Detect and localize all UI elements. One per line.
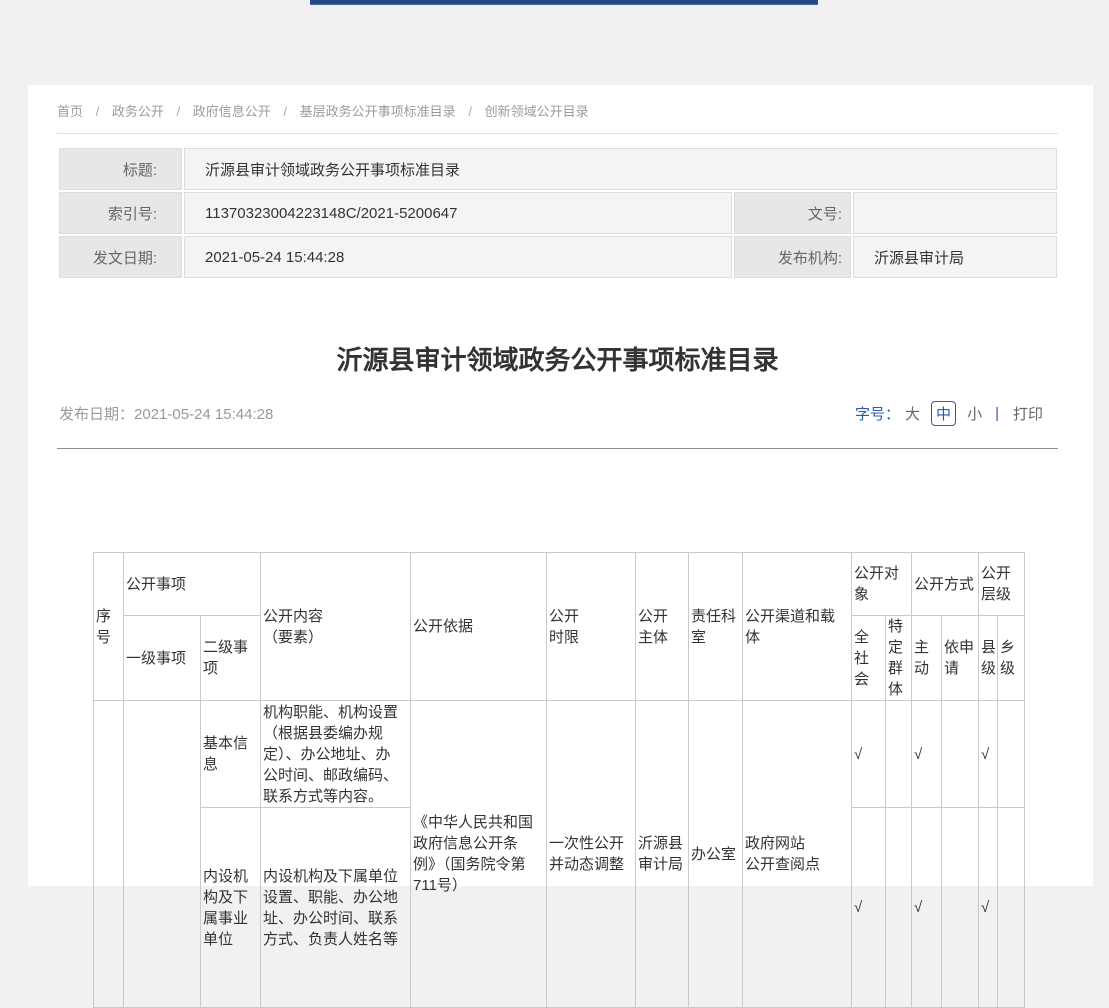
cell-whole-society-check: √	[852, 808, 886, 1008]
header-disclosure-content: 公开内容 （要素）	[261, 553, 411, 701]
font-size-medium-button[interactable]: 中	[931, 401, 956, 426]
cell-township-level-check	[998, 808, 1025, 1008]
content-card: 首页 / 政务公开 / 政府信息公开 / 基层政务公开事项标准目录 / 创新领域…	[28, 85, 1093, 886]
meta-value-title: 沂源县审计领域政务公开事项标准目录	[184, 148, 1057, 190]
header-responsible-dept: 责任科 室	[689, 553, 743, 701]
cell-disclosure-content: 机构职能、机构设置 （根据县委编办规 定）、办公地址、办 公时间、邮政编码、 联…	[261, 701, 411, 808]
publish-date: 发布日期：2021-05-24 15:44:28	[57, 403, 273, 424]
breadcrumb-item-chuangxin[interactable]: 创新领域公开目录	[485, 101, 589, 120]
article-title: 沂源县审计领域政务公开事项标准目录	[57, 340, 1058, 380]
cell-upon-request-check	[942, 701, 979, 808]
cell-responsible-dept: 办公室	[689, 701, 743, 1008]
font-size-small-button[interactable]: 小	[967, 403, 982, 424]
cell-level2-item: 基本信 息	[201, 701, 261, 808]
cell-township-level-check	[998, 701, 1025, 808]
breadcrumb-item-zhengwu[interactable]: 政务公开	[112, 101, 164, 120]
breadcrumb-item-jiceng[interactable]: 基层政务公开事项标准目录	[300, 101, 456, 120]
header-disclosure-method-group: 公开方式	[912, 553, 979, 616]
header-whole-society: 全社 会	[852, 616, 886, 701]
breadcrumb-separator: /	[283, 104, 287, 119]
meta-row-index: 索引号: 11370323004223148C/2021-5200647 文号:	[59, 192, 1057, 234]
cell-upon-request-check	[942, 808, 979, 1008]
meta-label-pubdate: 发文日期:	[59, 236, 182, 278]
cell-proactive-check: √	[912, 808, 942, 1008]
font-size-large-button[interactable]: 大	[905, 403, 920, 424]
header-level1-item: 一级事项	[124, 616, 201, 701]
breadcrumb: 首页 / 政务公开 / 政府信息公开 / 基层政务公开事项标准目录 / 创新领域…	[57, 85, 1058, 134]
meta-value-index: 11370323004223148C/2021-5200647	[184, 192, 732, 234]
publish-date-label: 发布日期：	[59, 406, 134, 423]
cell-serial-number	[94, 701, 124, 1008]
header-disclosure-subject: 公开 主体	[636, 553, 689, 701]
meta-label-docno: 文号:	[734, 192, 851, 234]
cell-county-level-check: √	[979, 808, 998, 1008]
page: { "topbar": { "color": "#24477d" }, "bre…	[0, 0, 1109, 886]
cell-specific-groups-check	[886, 701, 912, 808]
breadcrumb-separator: /	[177, 104, 181, 119]
header-upon-request: 依申 请	[942, 616, 979, 701]
cell-disclosure-basis: 《中华人民共和国 政府信息公开条 例》（国务院令第 711号）	[411, 701, 547, 1008]
header-disclosure-level-group: 公开 层级	[979, 553, 1025, 616]
header-specific-groups: 特 定 群 体	[886, 616, 912, 701]
cell-level1-item	[124, 701, 201, 1008]
cell-specific-groups-check	[886, 808, 912, 1008]
cell-disclosure-timelimit: 一次性公开 并动态调整	[547, 701, 636, 1008]
meta-label-agency: 发布机构:	[734, 236, 851, 278]
publish-date-value: 2021-05-24 15:44:28	[134, 406, 273, 423]
meta-value-pubdate: 2021-05-24 15:44:28	[184, 236, 732, 278]
meta-label-title: 标题:	[59, 148, 182, 190]
header-township-level: 乡 级	[998, 616, 1025, 701]
font-size-label: 字号：	[855, 403, 900, 424]
header-disclosure-target-group: 公开对 象	[852, 553, 912, 616]
catalog-header-row-1: 序 号 公开事项 公开内容 （要素） 公开依据 公开 时限 公开 主体 责任科 …	[94, 553, 1025, 616]
cell-channels-carriers: 政府网站 公开查阅点	[743, 701, 852, 1008]
header-disclosure-basis: 公开依据	[411, 553, 547, 701]
header-channels-carriers: 公开渠道和载 体	[743, 553, 852, 701]
meta-row-title: 标题: 沂源县审计领域政务公开事项标准目录	[59, 148, 1057, 190]
font-size-control: 字号： 大 中 小 | 打印	[855, 401, 1058, 426]
cell-whole-society-check: √	[852, 701, 886, 808]
cell-level2-item: 内设机 构及下 属事业 单位	[201, 808, 261, 1008]
print-button[interactable]: 打印	[1013, 403, 1043, 424]
meta-row-date: 发文日期: 2021-05-24 15:44:28 发布机构: 沂源县审计局	[59, 236, 1057, 278]
meta-value-docno	[853, 192, 1057, 234]
breadcrumb-separator: /	[468, 104, 472, 119]
header-county-level: 县 级	[979, 616, 998, 701]
header-proactive: 主 动	[912, 616, 942, 701]
catalog-table: 序 号 公开事项 公开内容 （要素） 公开依据 公开 时限 公开 主体 责任科 …	[93, 552, 1025, 1008]
catalog-row-basic-info: 基本信 息 机构职能、机构设置 （根据县委编办规 定）、办公地址、办 公时间、邮…	[94, 701, 1025, 808]
cell-county-level-check: √	[979, 701, 998, 808]
breadcrumb-separator: /	[96, 104, 100, 119]
article-toolbar: 发布日期：2021-05-24 15:44:28 字号： 大 中 小 | 打印	[57, 398, 1058, 449]
toolbar-divider: |	[995, 405, 999, 422]
meta-label-index: 索引号:	[59, 192, 182, 234]
cell-proactive-check: √	[912, 701, 942, 808]
content-inner: 首页 / 政务公开 / 政府信息公开 / 基层政务公开事项标准目录 / 创新领域…	[57, 85, 1058, 1008]
header-disclosure-timelimit: 公开 时限	[547, 553, 636, 701]
breadcrumb-item-xinxi[interactable]: 政府信息公开	[193, 101, 271, 120]
header-disclosure-items-group: 公开事项	[124, 553, 261, 616]
breadcrumb-item-home[interactable]: 首页	[57, 101, 83, 120]
top-nav-bar-fragment	[310, 0, 818, 5]
header-level2-item: 二级事 项	[201, 616, 261, 701]
cell-disclosure-content: 内设机构及下属单位 设置、职能、办公地 址、办公时间、联系 方式、负责人姓名等	[261, 808, 411, 1008]
cell-disclosure-subject: 沂源县 审计局	[636, 701, 689, 1008]
meta-value-agency: 沂源县审计局	[853, 236, 1057, 278]
document-meta-table: 标题: 沂源县审计领域政务公开事项标准目录 索引号: 1137032300422…	[57, 146, 1059, 280]
header-serial-number: 序 号	[94, 553, 124, 701]
